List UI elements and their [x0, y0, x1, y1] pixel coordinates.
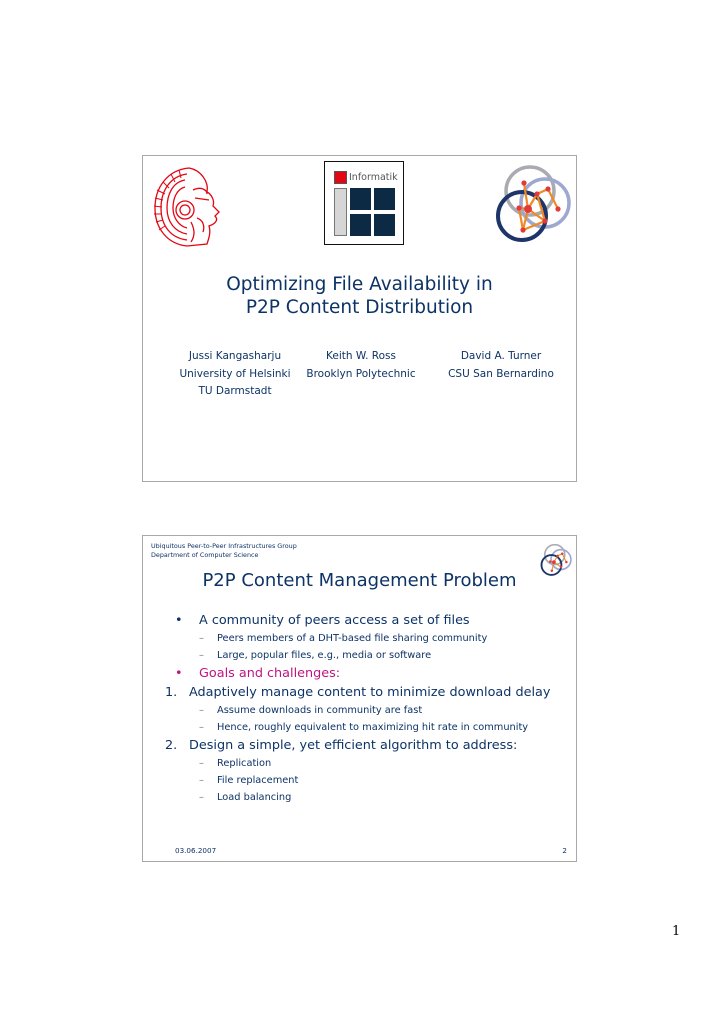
author-block: Jussi Kangasharju University of Helsinki… [165, 348, 305, 401]
slide-1: Informatik Optimizing File Availability … [142, 155, 577, 482]
dash-marker: – [199, 758, 204, 769]
informatik-square-icon [350, 188, 371, 210]
author-affiliation: University of Helsinki [179, 367, 291, 380]
slide-header: Ubiquitous Peer-to-Peer Infrastructures … [151, 542, 297, 560]
author-affiliation: Brooklyn Polytechnic [306, 367, 416, 380]
dash-marker: – [199, 633, 204, 644]
bullet-text: A community of peers access a set of fil… [199, 613, 470, 628]
sub-bullet-item: – Replication [165, 755, 568, 772]
bullet-text: Goals and challenges: [199, 666, 341, 681]
dash-marker: – [199, 792, 204, 803]
number-marker: 1. [165, 685, 178, 700]
author-block: David A. Turner CSU San Bernardino [426, 348, 576, 383]
slide-footer-number: 2 [562, 846, 567, 855]
author-name: David A. Turner [460, 350, 542, 362]
tu-darmstadt-athena-logo-icon [153, 167, 220, 247]
informatik-square-icon [374, 188, 395, 210]
header-group-name: Ubiquitous Peer-to-Peer Infrastructures … [151, 542, 297, 550]
sub-bullet-item: – Peers members of a DHT-based file shar… [165, 630, 568, 647]
bullet-item: • Goals and challenges: [165, 664, 568, 683]
sub-bullet-text: Large, popular files, e.g., media or sof… [217, 650, 432, 661]
dash-marker: – [199, 722, 204, 733]
dash-marker: – [199, 775, 204, 786]
sub-bullet-text: Assume downloads in community are fast [217, 705, 423, 716]
dash-marker: – [199, 705, 204, 716]
sub-bullet-item: – File replacement [165, 772, 568, 789]
slide-footer-date: 03.06.2007 [175, 846, 217, 855]
informatik-logo: Informatik [324, 161, 404, 245]
number-marker: 2. [165, 738, 178, 753]
slide-body: • A community of peers access a set of f… [165, 611, 568, 806]
informatik-red-square-icon [334, 171, 347, 184]
bullet-marker: • [175, 666, 183, 681]
author-affiliation: CSU San Bernardino [448, 367, 554, 380]
slide-1-title: Optimizing File Availability in P2P Cont… [143, 273, 576, 319]
numbered-text: Adaptively manage content to minimize do… [189, 685, 551, 700]
sub-bullet-item: – Load balancing [165, 789, 568, 806]
numbered-text: Design a simple, yet efficient algorithm… [189, 738, 518, 753]
page-number: 1 [672, 924, 681, 939]
author-name: Keith W. Ross [326, 350, 396, 362]
sub-bullet-item: – Hence, roughly equivalent to maximizin… [165, 719, 568, 736]
author-affiliation-secondary: TU Darmstadt [198, 385, 272, 397]
informatik-grey-bar-icon [334, 188, 347, 236]
numbered-item: 2. Design a simple, yet efficient algori… [165, 736, 568, 755]
title-line-1: Optimizing File Availability in [226, 274, 493, 295]
sub-bullet-item: – Assume downloads in community are fast [165, 702, 568, 719]
sub-bullet-text: Replication [217, 758, 272, 769]
bullet-item: • A community of peers access a set of f… [165, 611, 568, 630]
sub-bullet-item: – Large, popular files, e.g., media or s… [165, 647, 568, 664]
author-block: Keith W. Ross Brooklyn Polytechnic [291, 348, 431, 383]
sub-bullet-text: File replacement [217, 775, 299, 786]
sub-bullet-text: Peers members of a DHT-based file sharin… [217, 633, 488, 644]
sub-bullet-text: Load balancing [217, 792, 292, 803]
header-department: Department of Computer Science [151, 551, 259, 559]
informatik-square-icon [374, 214, 395, 236]
author-name: Jussi Kangasharju [188, 350, 282, 362]
slide-2-title: P2P Content Management Problem [202, 570, 517, 591]
dash-marker: – [199, 650, 204, 661]
sub-bullet-text: Hence, roughly equivalent to maximizing … [217, 722, 529, 733]
informatik-square-icon [350, 214, 371, 236]
numbered-item: 1. Adaptively manage content to minimize… [165, 683, 568, 702]
ubiquitous-p2p-network-logo-icon [496, 165, 571, 242]
informatik-logo-text: Informatik [349, 172, 398, 183]
title-line-2: P2P Content Distribution [245, 297, 474, 318]
slide-2: Ubiquitous Peer-to-Peer Infrastructures … [142, 535, 577, 862]
bullet-marker: • [175, 613, 183, 628]
